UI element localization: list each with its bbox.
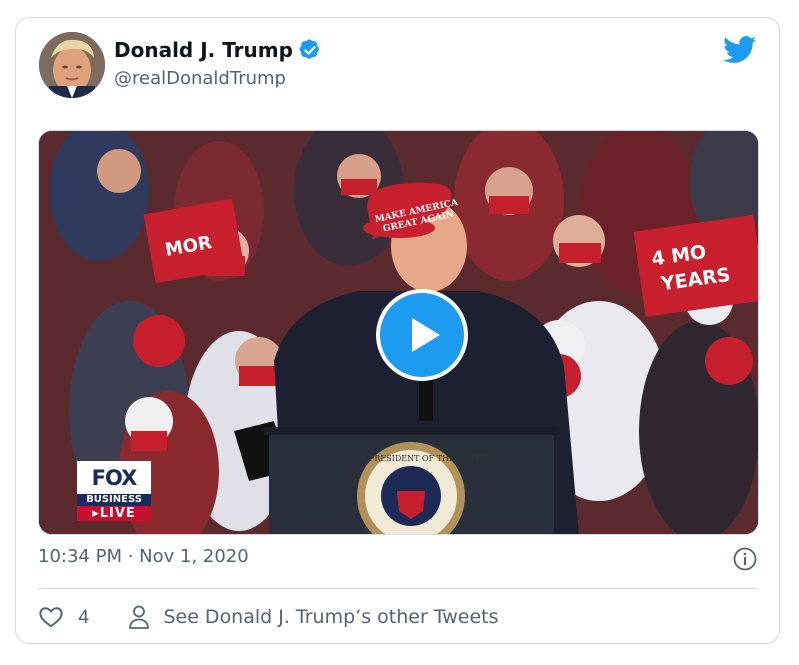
twitter-bird-icon[interactable] xyxy=(723,36,757,64)
person-icon xyxy=(129,605,150,629)
seal-text: PRESIDENT OF THE UNITED xyxy=(369,454,492,463)
author-name-row[interactable]: Donald J. Trump xyxy=(114,38,321,62)
other-tweets-link[interactable]: See Donald J. Trump’s other Tweets xyxy=(127,604,499,630)
verified-badge-icon xyxy=(299,39,319,59)
author-handle[interactable]: @realDonaldTrump xyxy=(114,68,286,89)
divider xyxy=(38,588,757,589)
fox-logo-text: FOX xyxy=(77,461,151,494)
video-media[interactable]: 4 MO YEARS MOR MAKE AMERICA GREAT AGAIN … xyxy=(38,130,759,535)
fox-business-logo: FOX BUSINESS ▸LIVE xyxy=(77,461,151,521)
tweet-actions: 4 See Donald J. Trump’s other Tweets xyxy=(38,600,499,634)
tweet-card: Donald J. Trump @realDonaldTrump 4 MO YE… xyxy=(15,17,780,644)
heart-icon xyxy=(39,607,63,628)
tweet-timestamp[interactable]: 10:34 PM · Nov 1, 2020 xyxy=(38,546,249,567)
play-button[interactable] xyxy=(376,289,468,381)
play-icon xyxy=(412,318,440,352)
fox-business-text: BUSINESS xyxy=(77,494,151,506)
avatar[interactable] xyxy=(39,32,105,98)
fox-live-badge: ▸LIVE xyxy=(77,506,151,521)
info-icon[interactable] xyxy=(733,547,757,571)
display-name[interactable]: Donald J. Trump xyxy=(114,38,293,62)
other-tweets-label[interactable]: See Donald J. Trump’s other Tweets xyxy=(163,606,498,628)
avatar-image xyxy=(39,32,105,98)
like-count: 4 xyxy=(78,606,90,628)
like-button[interactable]: 4 xyxy=(38,604,89,630)
